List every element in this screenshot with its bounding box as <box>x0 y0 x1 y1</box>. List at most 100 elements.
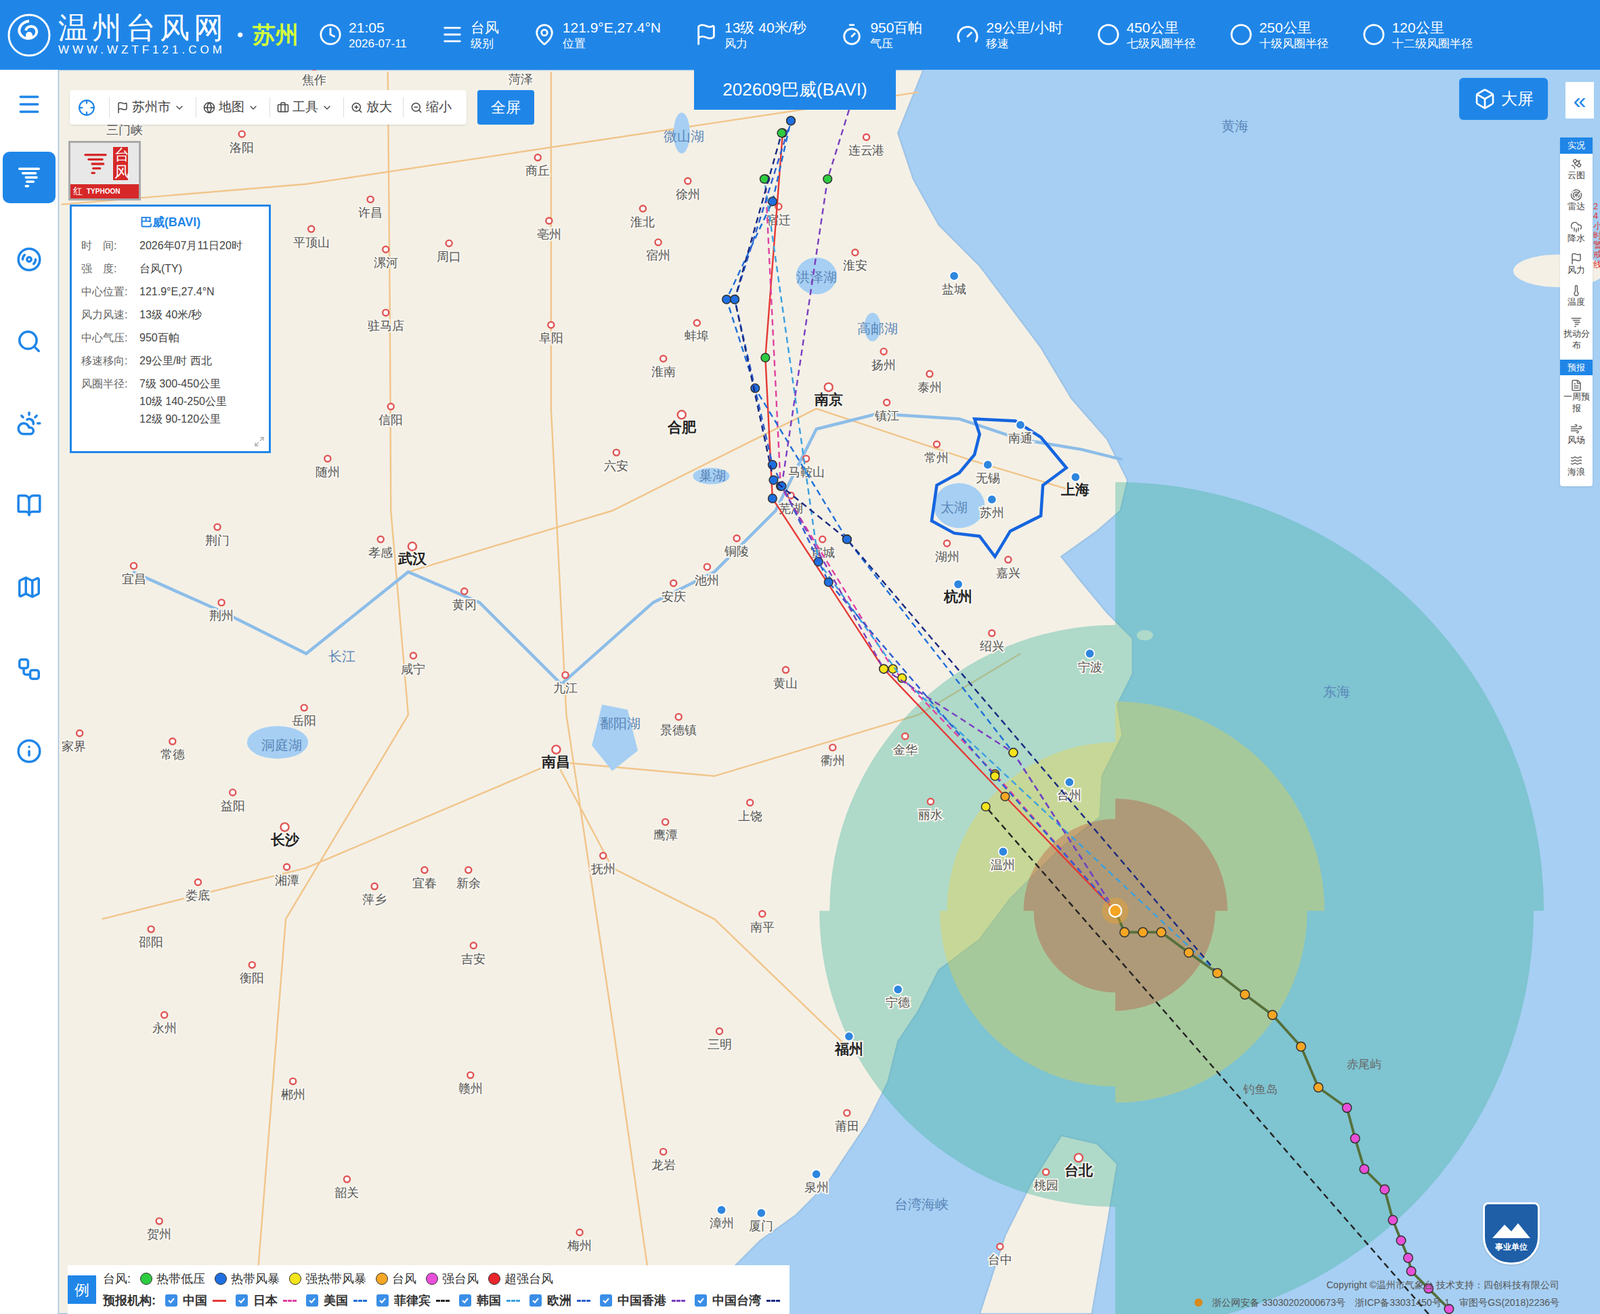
city-label[interactable]: 盐城 <box>941 271 967 296</box>
city-label[interactable]: 许昌 <box>358 196 383 220</box>
city-label[interactable]: 焦作 <box>301 69 327 87</box>
sidebar-item[interactable] <box>2 545 56 628</box>
city-label[interactable]: 萍乡 <box>362 882 387 906</box>
city-label[interactable]: 益阳 <box>220 788 246 812</box>
city-label[interactable]: 南通 <box>1008 420 1033 445</box>
forecast-track[interactable] <box>761 174 1116 911</box>
locate-icon[interactable] <box>77 98 96 117</box>
city-label[interactable]: 泉州 <box>804 1169 829 1194</box>
sidebar-item[interactable] <box>2 136 56 219</box>
city-label[interactable]: 宜昌 <box>121 562 147 586</box>
side-panel-item[interactable]: 风场 <box>1560 418 1593 451</box>
city-label[interactable]: 漯河 <box>373 246 399 270</box>
city-label[interactable]: 岳阳 <box>291 704 317 728</box>
bigscreen-button[interactable]: 大屏 <box>1459 77 1548 120</box>
city-label[interactable]: 镇江 <box>874 399 900 423</box>
city-label[interactable]: 无锡 <box>975 459 1001 485</box>
city-label[interactable]: 韶关 <box>334 1176 359 1200</box>
city-label[interactable]: 苏州 <box>979 494 1005 520</box>
track-point-icon[interactable] <box>1379 1184 1390 1194</box>
city-label[interactable]: 杭州 <box>943 579 973 604</box>
track-point-icon[interactable] <box>1138 927 1148 938</box>
city-label[interactable]: 南京 <box>813 383 843 408</box>
city-label[interactable]: 抚州 <box>590 852 616 876</box>
city-label[interactable]: 温州 <box>990 847 1015 872</box>
city-label[interactable]: 洛阳 <box>229 130 254 154</box>
city-label[interactable]: 连云港 <box>848 134 885 158</box>
track-point-icon[interactable] <box>1267 1010 1278 1020</box>
side-panel-item[interactable]: 一周预报 <box>1560 375 1593 419</box>
track-point-icon[interactable] <box>1119 927 1130 938</box>
forecast-track[interactable] <box>981 802 1429 1314</box>
side-panel-item[interactable]: 雷达 <box>1560 184 1593 217</box>
track-point-icon[interactable] <box>1403 1252 1414 1263</box>
city-label[interactable]: 合肥 <box>666 410 697 435</box>
side-panel-item[interactable]: 降水 <box>1560 216 1593 249</box>
city-label[interactable]: 上饶 <box>738 798 763 823</box>
city-label[interactable]: 九江 <box>553 671 578 695</box>
forecast-point-icon[interactable] <box>823 174 833 184</box>
toolbar-item[interactable]: 缩小 <box>402 97 459 118</box>
city-label[interactable]: 湖州 <box>935 540 960 564</box>
forecast-track[interactable] <box>730 116 1116 911</box>
forecast-point-icon[interactable] <box>813 557 823 567</box>
city-label[interactable]: 邵阳 <box>138 925 164 949</box>
city-label[interactable]: 泰州 <box>917 371 942 395</box>
city-label[interactable]: 嘉兴 <box>996 556 1021 580</box>
typhoon-title[interactable]: 202609巴威(BAVI) <box>694 69 896 110</box>
toolbar-item[interactable]: 放大 <box>343 97 399 118</box>
city-label[interactable]: 黄冈 <box>452 588 477 612</box>
forecast-point-icon[interactable] <box>777 128 787 138</box>
city-label[interactable]: 吉安 <box>461 941 486 965</box>
forecast-point-icon[interactable] <box>786 116 796 126</box>
track-point-icon[interactable] <box>1350 1133 1361 1143</box>
typhoon-map[interactable]: 三门峡焦作菏泽洛阳微山湖商丘徐州连云港黄海许昌淮北宿迁亳州平顶山周口漯河宿州淮安… <box>58 69 1600 1314</box>
city-label[interactable]: 景德镇 <box>660 713 697 737</box>
fullscreen-button[interactable]: 全屏 <box>477 90 535 125</box>
sidebar-item[interactable] <box>2 463 56 546</box>
city-label[interactable]: 荆门 <box>205 524 230 548</box>
city-label[interactable]: 鹰潭 <box>653 818 678 842</box>
city-label[interactable]: 黄山 <box>773 666 798 690</box>
city-label[interactable]: 咸宁 <box>400 652 426 676</box>
city-label[interactable]: 安庆 <box>661 579 686 603</box>
track-point-icon[interactable] <box>1342 1103 1352 1113</box>
city-label[interactable]: 铜陵 <box>723 534 749 558</box>
side-panel-item[interactable]: 温度 <box>1560 280 1593 313</box>
agency-checkbox[interactable] <box>235 1293 248 1307</box>
forecast-point-icon[interactable] <box>730 295 740 305</box>
legend-agency[interactable]: 菲律宾 <box>376 1289 450 1311</box>
track-point-icon[interactable] <box>1240 989 1250 1000</box>
city-label[interactable]: 南平 <box>750 910 775 934</box>
legend-agency[interactable]: 韩国 <box>459 1289 521 1311</box>
city-label[interactable]: 宁波 <box>1077 648 1103 674</box>
city-label[interactable]: 新余 <box>456 866 481 890</box>
city-label[interactable]: 孝感 <box>368 536 393 560</box>
city-label[interactable]: 衡阳 <box>239 961 265 985</box>
city-label[interactable]: 常德 <box>160 738 185 762</box>
forecast-point-icon[interactable] <box>768 494 778 504</box>
forecast-point-icon[interactable] <box>1008 748 1018 758</box>
forecast-track[interactable] <box>761 128 1116 911</box>
city-label[interactable]: 绍兴 <box>979 629 1005 653</box>
forecast-point-icon[interactable] <box>879 664 889 674</box>
city-label[interactable]: 福州 <box>834 1031 864 1056</box>
forecast-point-icon[interactable] <box>1000 792 1010 802</box>
track-point-icon[interactable] <box>1313 1082 1324 1093</box>
sidebar-item[interactable] <box>2 218 56 300</box>
city-label[interactable]: 平顶山 <box>293 226 330 250</box>
collapse-button[interactable]: « <box>1565 81 1594 119</box>
city-label[interactable]: 商丘 <box>525 154 550 178</box>
track-point-icon[interactable] <box>1156 927 1166 938</box>
agency-checkbox[interactable] <box>529 1293 542 1307</box>
agency-checkbox[interactable] <box>165 1293 178 1307</box>
track-point-icon[interactable] <box>1359 1163 1370 1174</box>
legend-agency[interactable]: 日本 <box>235 1289 297 1311</box>
city-label[interactable]: 莆田 <box>834 1109 860 1133</box>
legend-agency[interactable]: 美国 <box>306 1289 367 1311</box>
forecast-point-icon[interactable] <box>768 460 778 470</box>
sidebar-item[interactable] <box>2 381 56 464</box>
side-panel-item[interactable]: 云图 <box>1560 153 1593 186</box>
city-label[interactable]: 郴州 <box>280 1077 306 1101</box>
sidebar-item[interactable] <box>2 81 56 127</box>
